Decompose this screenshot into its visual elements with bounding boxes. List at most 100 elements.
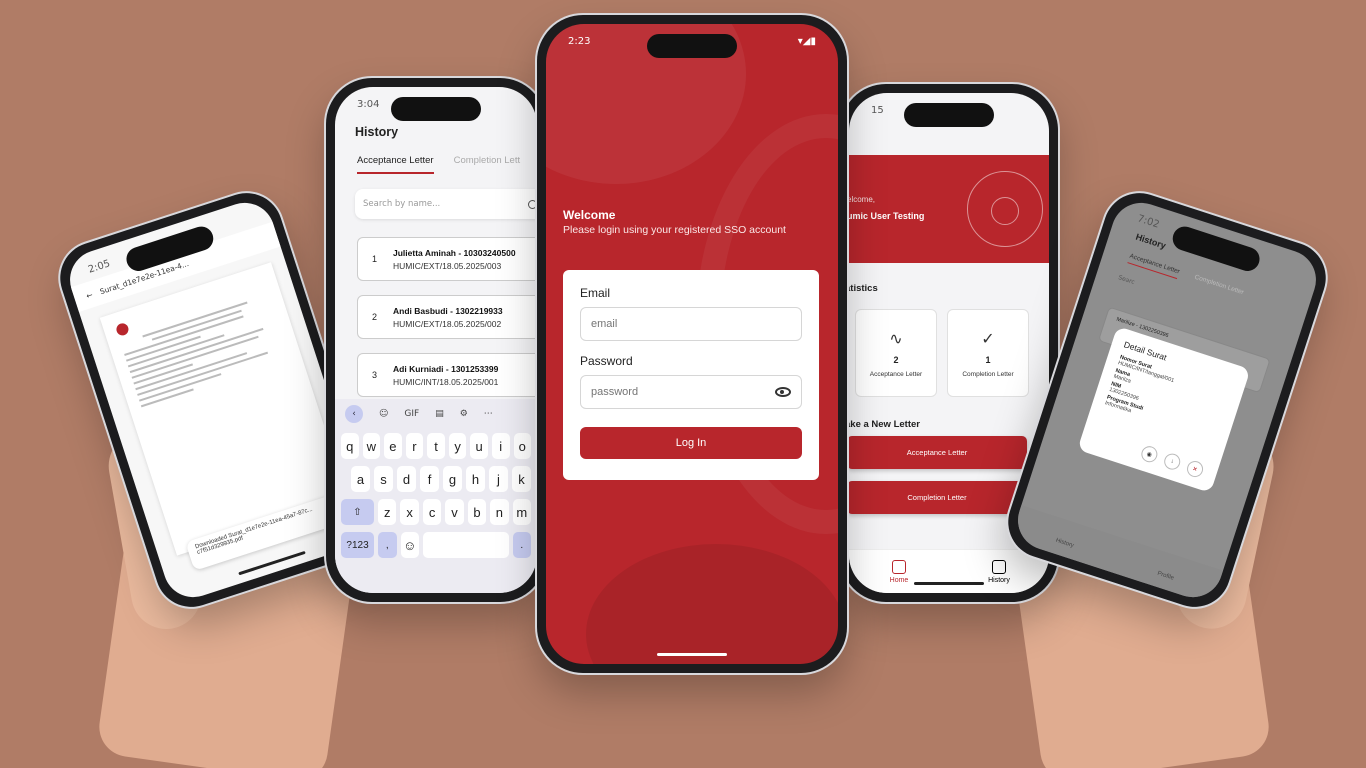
delete-icon[interactable]: ✕ xyxy=(1184,458,1206,480)
password-label: Password xyxy=(580,354,633,368)
key-i[interactable]: i xyxy=(491,433,510,459)
stat-card-acceptance: ∿ 2 Acceptance Letter xyxy=(855,309,937,397)
activity-icon: ∿ xyxy=(889,330,903,348)
password-field[interactable] xyxy=(591,386,775,398)
key-s[interactable]: s xyxy=(374,466,393,492)
key-m[interactable]: m xyxy=(512,499,532,525)
key-h[interactable]: h xyxy=(466,466,485,492)
item-code: HUMIC/EXT/18.05.2025/002 xyxy=(393,318,502,329)
password-field-wrapper xyxy=(580,375,802,409)
key-x[interactable]: x xyxy=(400,499,419,525)
key-b[interactable]: b xyxy=(467,499,487,525)
key-c[interactable]: c xyxy=(422,499,442,525)
list-item[interactable]: 1 Julietta Aminah - 10303240500 HUMIC/EX… xyxy=(357,237,537,281)
item-number: 2 xyxy=(372,312,378,322)
search-icon[interactable] xyxy=(528,199,537,209)
numbers-key[interactable]: ?123 xyxy=(341,532,375,558)
period-key[interactable]: . xyxy=(512,532,531,558)
stat-value: 2 xyxy=(893,354,899,365)
email-field[interactable] xyxy=(591,318,791,330)
key-q[interactable]: q xyxy=(341,433,359,459)
key-a[interactable]: a xyxy=(351,466,370,492)
stat-card-completion: ✓ 1 Completion Letter xyxy=(947,309,1029,397)
list-item[interactable]: 3 Adi Kurniadi - 1301253399 HUMIC/INT/18… xyxy=(357,353,537,397)
page-title: History xyxy=(1134,231,1168,251)
modal-actions: ◉ ↓ ✕ xyxy=(1139,444,1206,480)
item-number: 1 xyxy=(372,254,378,264)
email-label: Email xyxy=(580,286,611,300)
list-item[interactable]: 2 Andi Basbudi - 1302219933 HUMIC/EXT/18… xyxy=(357,295,537,339)
comma-key[interactable]: , xyxy=(378,532,397,558)
keyboard-toolbar: ‹ ☺ GIF ▤ ⚙ ⋯ xyxy=(341,405,531,423)
login-screen: 2:23 ▾◢▮ Welcome Please login using your… xyxy=(546,24,838,664)
status-time: 15 xyxy=(871,105,884,116)
statistics-title: atistics xyxy=(849,283,878,294)
phone-login: 2:23 ▾◢▮ Welcome Please login using your… xyxy=(537,15,847,673)
tab-acceptance-letter[interactable]: Acceptance Letter xyxy=(357,155,434,174)
acceptance-letter-button[interactable]: Acceptance Letter xyxy=(849,436,1027,469)
page-title: History xyxy=(355,125,399,139)
nav-home[interactable]: Home xyxy=(849,550,949,593)
key-f[interactable]: f xyxy=(420,466,439,492)
dynamic-island xyxy=(1169,223,1263,275)
check-circle-icon: ✓ xyxy=(981,330,995,348)
space-key[interactable] xyxy=(422,532,509,558)
tab-acceptance-letter[interactable]: Acceptance Letter xyxy=(1127,252,1181,280)
welcome-text: elcome, xyxy=(849,195,876,204)
home-icon xyxy=(892,559,906,574)
chevron-left-icon[interactable]: ‹ xyxy=(345,405,363,423)
tab-completion-letter[interactable]: Completion Lett xyxy=(454,155,521,174)
key-t[interactable]: t xyxy=(427,433,445,459)
email-field-wrapper xyxy=(580,307,802,341)
keyboard-row-1: q w e r t y u i o xyxy=(341,433,532,459)
status-time: 7:02 xyxy=(1135,213,1161,231)
key-d[interactable]: d xyxy=(397,466,416,492)
on-screen-keyboard: ‹ ☺ GIF ▤ ⚙ ⋯ q w e r t y u i o a s d f … xyxy=(335,399,537,593)
item-code: HUMIC/INT/18.05.2025/001 xyxy=(393,376,499,387)
emoji-sticker-icon[interactable]: ☺ xyxy=(379,409,388,419)
key-k[interactable]: k xyxy=(512,466,531,492)
decor-blob xyxy=(586,544,838,664)
completion-letter-button[interactable]: Completion Letter xyxy=(849,481,1027,514)
tab-completion-letter[interactable]: Completion Letter xyxy=(1192,274,1245,300)
gif-button[interactable]: GIF xyxy=(404,409,419,419)
key-z[interactable]: z xyxy=(377,499,397,525)
search-input[interactable]: Search by name... xyxy=(355,189,537,219)
back-arrow-icon[interactable]: ← xyxy=(85,290,94,301)
search-placeholder: Search by name... xyxy=(363,199,441,209)
item-number: 3 xyxy=(372,370,378,380)
welcome-banner: elcome, umic User Testing xyxy=(849,155,1049,263)
gear-logo-hole xyxy=(991,197,1019,225)
make-letter-title: ake a New Letter xyxy=(849,419,920,430)
key-y[interactable]: y xyxy=(448,433,467,459)
more-icon[interactable]: ⋯ xyxy=(484,409,493,419)
welcome-subtitle: Please login using your registered SSO a… xyxy=(563,224,786,236)
shift-icon[interactable]: ⇧ xyxy=(341,499,374,525)
status-time: 2:23 xyxy=(568,36,591,47)
key-g[interactable]: g xyxy=(443,466,462,492)
nav-history-label: History xyxy=(988,576,1010,584)
dynamic-island xyxy=(647,34,737,58)
key-j[interactable]: j xyxy=(489,466,508,492)
item-name: Julietta Aminah - 10303240500 xyxy=(393,247,516,258)
emoji-icon[interactable]: ☺ xyxy=(400,532,419,558)
stat-label: Acceptance Letter xyxy=(869,370,923,378)
view-icon[interactable]: ◉ xyxy=(1139,444,1160,465)
key-u[interactable]: u xyxy=(470,433,488,459)
key-e[interactable]: e xyxy=(384,433,402,459)
gear-icon[interactable]: ⚙ xyxy=(460,409,468,419)
key-n[interactable]: n xyxy=(490,499,509,525)
clipboard-icon[interactable]: ▤ xyxy=(435,409,444,419)
eye-icon[interactable] xyxy=(775,387,791,397)
key-r[interactable]: r xyxy=(405,433,424,459)
download-icon[interactable]: ↓ xyxy=(1162,451,1183,472)
key-o[interactable]: o xyxy=(513,433,532,459)
key-w[interactable]: w xyxy=(362,433,381,459)
history-screen: 3:04 History Acceptance Letter Completio… xyxy=(335,87,537,593)
search-placeholder[interactable]: Searc xyxy=(1117,274,1135,286)
nav-home-label: Home xyxy=(889,576,909,584)
stat-label: Completion Letter xyxy=(962,370,1014,378)
login-button[interactable]: Log In xyxy=(580,427,802,459)
item-name: Andi Basbudi - 1302219933 xyxy=(393,305,503,316)
key-v[interactable]: v xyxy=(445,499,464,525)
